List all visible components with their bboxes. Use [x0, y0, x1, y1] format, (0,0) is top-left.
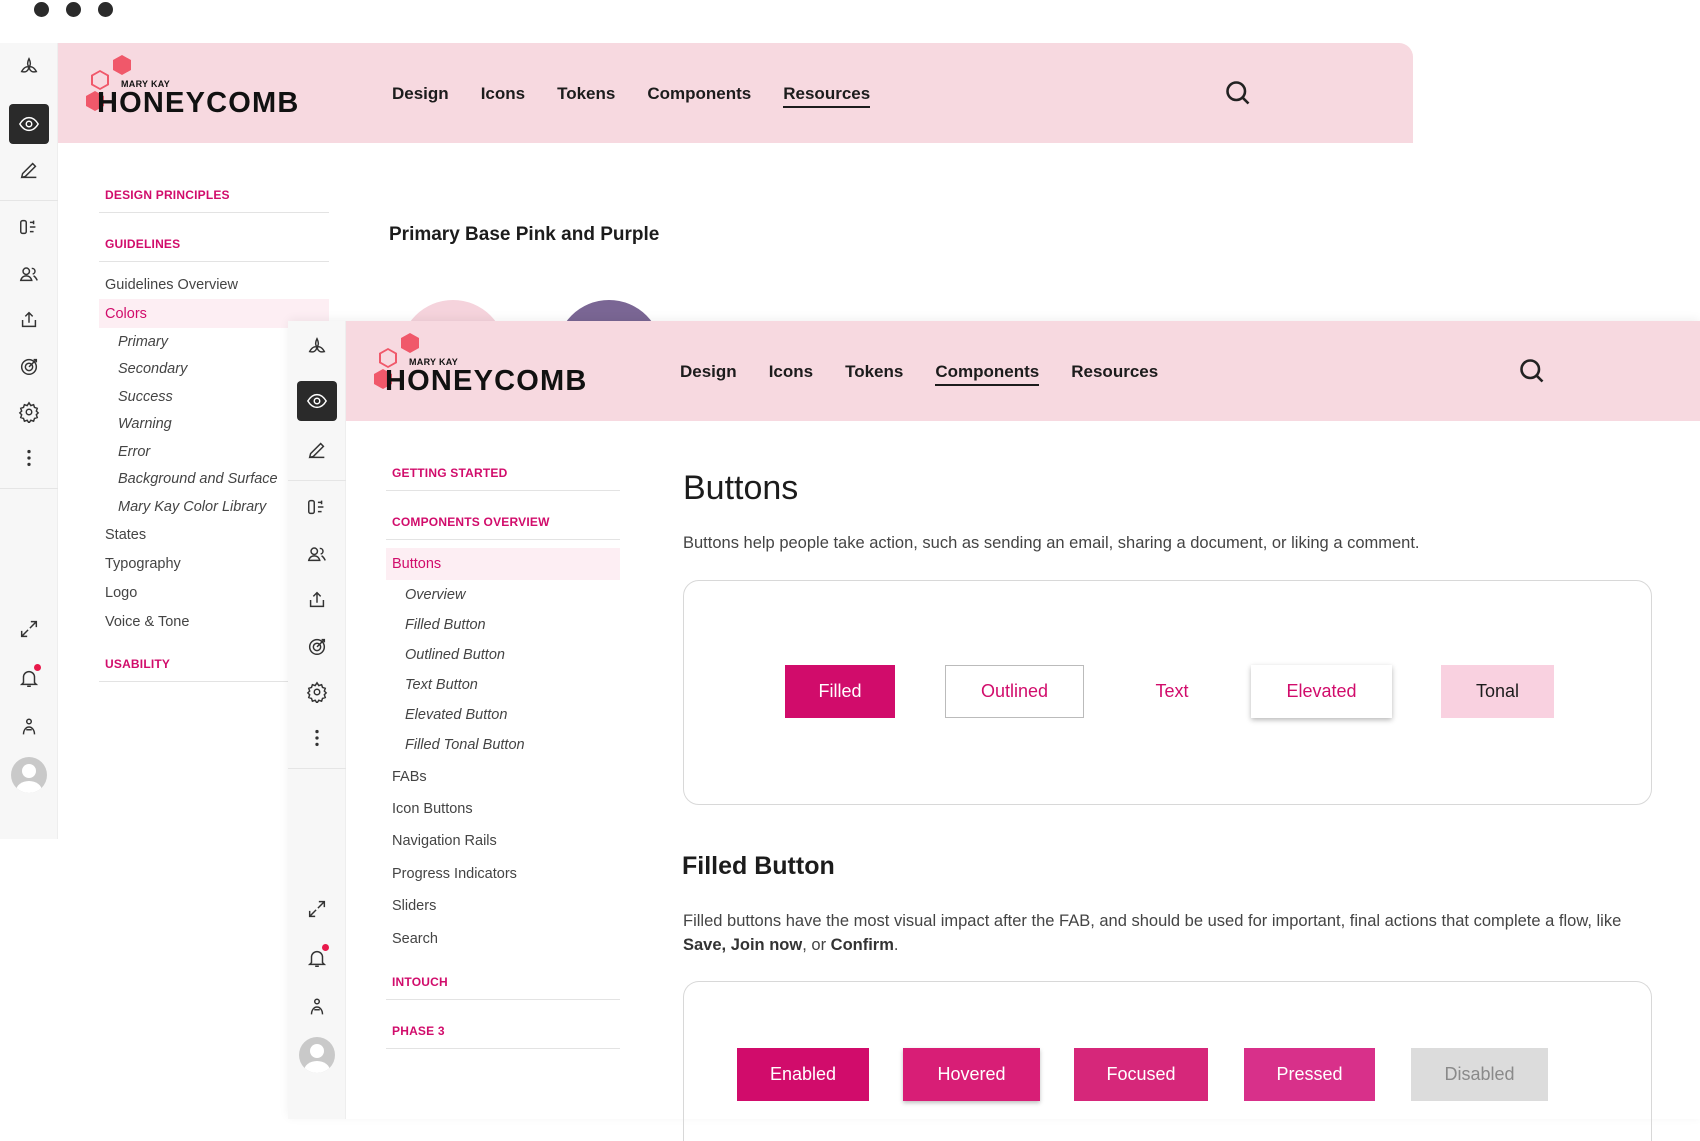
sidebar-subitem-filled-button[interactable]: Filled Button [386, 610, 620, 640]
gear-icon[interactable] [9, 392, 49, 432]
enabled-button[interactable]: Enabled [737, 1048, 869, 1101]
pressed-button[interactable]: Pressed [1244, 1048, 1375, 1101]
content-title: Primary Base Pink and Purple [389, 224, 660, 245]
filled-button-heading: Filled Button [682, 852, 835, 880]
users-icon[interactable] [297, 534, 337, 574]
more-vertical-icon[interactable] [297, 718, 337, 758]
sidebar-item-sliders[interactable]: Sliders [386, 890, 620, 922]
search-icon[interactable] [1224, 79, 1254, 109]
section-design-principles[interactable]: DESIGN PRINCIPLES [99, 188, 329, 213]
main-nav: Design Icons Tokens Components Resources [392, 84, 871, 108]
target-icon[interactable] [297, 626, 337, 666]
nav-components[interactable]: Components [935, 362, 1040, 386]
bell-icon[interactable] [297, 938, 337, 978]
button-types-demo: Filled Outlined Text Elevated Tonal [683, 580, 1652, 805]
components-icon[interactable] [297, 487, 337, 527]
nav-resources[interactable]: Resources [1071, 362, 1158, 386]
section-guidelines[interactable]: GUIDELINES [99, 237, 329, 262]
eye-icon[interactable] [8, 104, 49, 144]
section-getting-started[interactable]: GETTING STARTED [386, 466, 620, 491]
accessibility-icon[interactable] [297, 987, 337, 1027]
outlined-button[interactable]: Outlined [945, 665, 1084, 718]
nav-tokens[interactable]: Tokens [845, 362, 903, 386]
pencil-icon[interactable] [297, 430, 337, 470]
target-icon[interactable] [9, 346, 49, 386]
eye-icon[interactable] [296, 381, 337, 421]
button-states-demo: Enabled Hovered Focused Pressed Disabled [683, 981, 1652, 1141]
components-sidebar: GETTING STARTED COMPONENTS OVERVIEW Butt… [386, 466, 620, 1073]
window-dot[interactable] [34, 2, 49, 17]
sidebar-item-guidelines-overview[interactable]: Guidelines Overview [99, 270, 329, 299]
search-icon[interactable] [1518, 357, 1548, 387]
button-states-row: Enabled Hovered Focused Pressed Disabled [737, 1048, 1548, 1101]
section-intouch[interactable]: INTOUCH [386, 975, 620, 1000]
sidebar-subitem-overview[interactable]: Overview [386, 580, 620, 610]
top-header: MARY KAY HONEYCOMB Design Icons Tokens C… [58, 43, 1413, 143]
window-dot[interactable] [66, 2, 81, 17]
sidebar-item-search[interactable]: Search [386, 922, 620, 955]
window-dot[interactable] [98, 2, 113, 17]
focused-button[interactable]: Focused [1074, 1048, 1208, 1101]
figma-plugin-icon[interactable] [9, 47, 49, 87]
nav-components[interactable]: Components [647, 84, 751, 108]
expand-icon[interactable] [9, 609, 49, 649]
sidebar-item-navigation-rails[interactable]: Navigation Rails [386, 825, 620, 857]
page-title: Buttons [683, 469, 799, 507]
gear-icon[interactable] [297, 672, 337, 712]
text-button[interactable]: Text [1122, 665, 1222, 718]
expand-icon[interactable] [297, 889, 337, 929]
tonal-button[interactable]: Tonal [1441, 665, 1554, 718]
honeycomb-logo[interactable]: MARY KAY HONEYCOMB [374, 333, 594, 403]
main-nav: Design Icons Tokens Components Resources [680, 362, 1158, 386]
share-icon[interactable] [9, 300, 49, 340]
bell-icon[interactable] [9, 658, 49, 698]
button-types-row: Filled Outlined Text Elevated Tonal [785, 665, 1554, 718]
filled-button[interactable]: Filled [785, 665, 895, 718]
hovered-button[interactable]: Hovered [903, 1048, 1040, 1101]
nav-tokens[interactable]: Tokens [557, 84, 615, 108]
front-window: MARY KAY HONEYCOMB Design Icons Tokens C… [287, 321, 1700, 1141]
accessibility-icon[interactable] [9, 707, 49, 747]
nav-icons[interactable]: Icons [769, 362, 813, 386]
nav-resources[interactable]: Resources [783, 84, 871, 108]
share-icon[interactable] [297, 580, 337, 620]
nav-icons[interactable]: Icons [481, 84, 525, 108]
sidebar-subitem-tonal-button[interactable]: Filled Tonal Button [386, 730, 620, 760]
side-rail [287, 321, 346, 1119]
sidebar-item-buttons[interactable]: Buttons [386, 548, 620, 580]
avatar[interactable] [298, 1037, 335, 1073]
sidebar-item-fabs[interactable]: FABs [386, 760, 620, 793]
filled-button-description: Filled buttons have the most visual impa… [683, 912, 1622, 954]
nav-design[interactable]: Design [392, 84, 449, 108]
sidebar-item-progress-indicators[interactable]: Progress Indicators [386, 857, 620, 890]
elevated-button[interactable]: Elevated [1251, 665, 1392, 718]
notification-dot [321, 944, 329, 951]
section-phase-3[interactable]: PHASE 3 [386, 1024, 620, 1049]
page-description: Buttons help people take action, such as… [683, 534, 1420, 552]
notification-dot [33, 664, 41, 671]
side-rail [0, 43, 58, 839]
more-vertical-icon[interactable] [9, 438, 49, 478]
sidebar-subitem-outlined-button[interactable]: Outlined Button [386, 640, 620, 670]
nav-design[interactable]: Design [680, 362, 737, 386]
pencil-icon[interactable] [9, 150, 49, 190]
avatar[interactable] [10, 757, 47, 793]
components-icon[interactable] [9, 207, 49, 247]
window-controls [34, 2, 113, 17]
disabled-button: Disabled [1411, 1048, 1548, 1101]
figma-plugin-icon[interactable] [297, 327, 337, 367]
section-components-overview[interactable]: COMPONENTS OVERVIEW [386, 515, 620, 540]
sidebar-item-icon-buttons[interactable]: Icon Buttons [386, 793, 620, 825]
sidebar-subitem-elevated-button[interactable]: Elevated Button [386, 700, 620, 730]
top-header: MARY KAY HONEYCOMB Design Icons Tokens C… [346, 321, 1700, 421]
users-icon[interactable] [9, 254, 49, 294]
sidebar-subitem-text-button[interactable]: Text Button [386, 670, 620, 700]
honeycomb-logo[interactable]: MARY KAY HONEYCOMB [86, 55, 306, 125]
